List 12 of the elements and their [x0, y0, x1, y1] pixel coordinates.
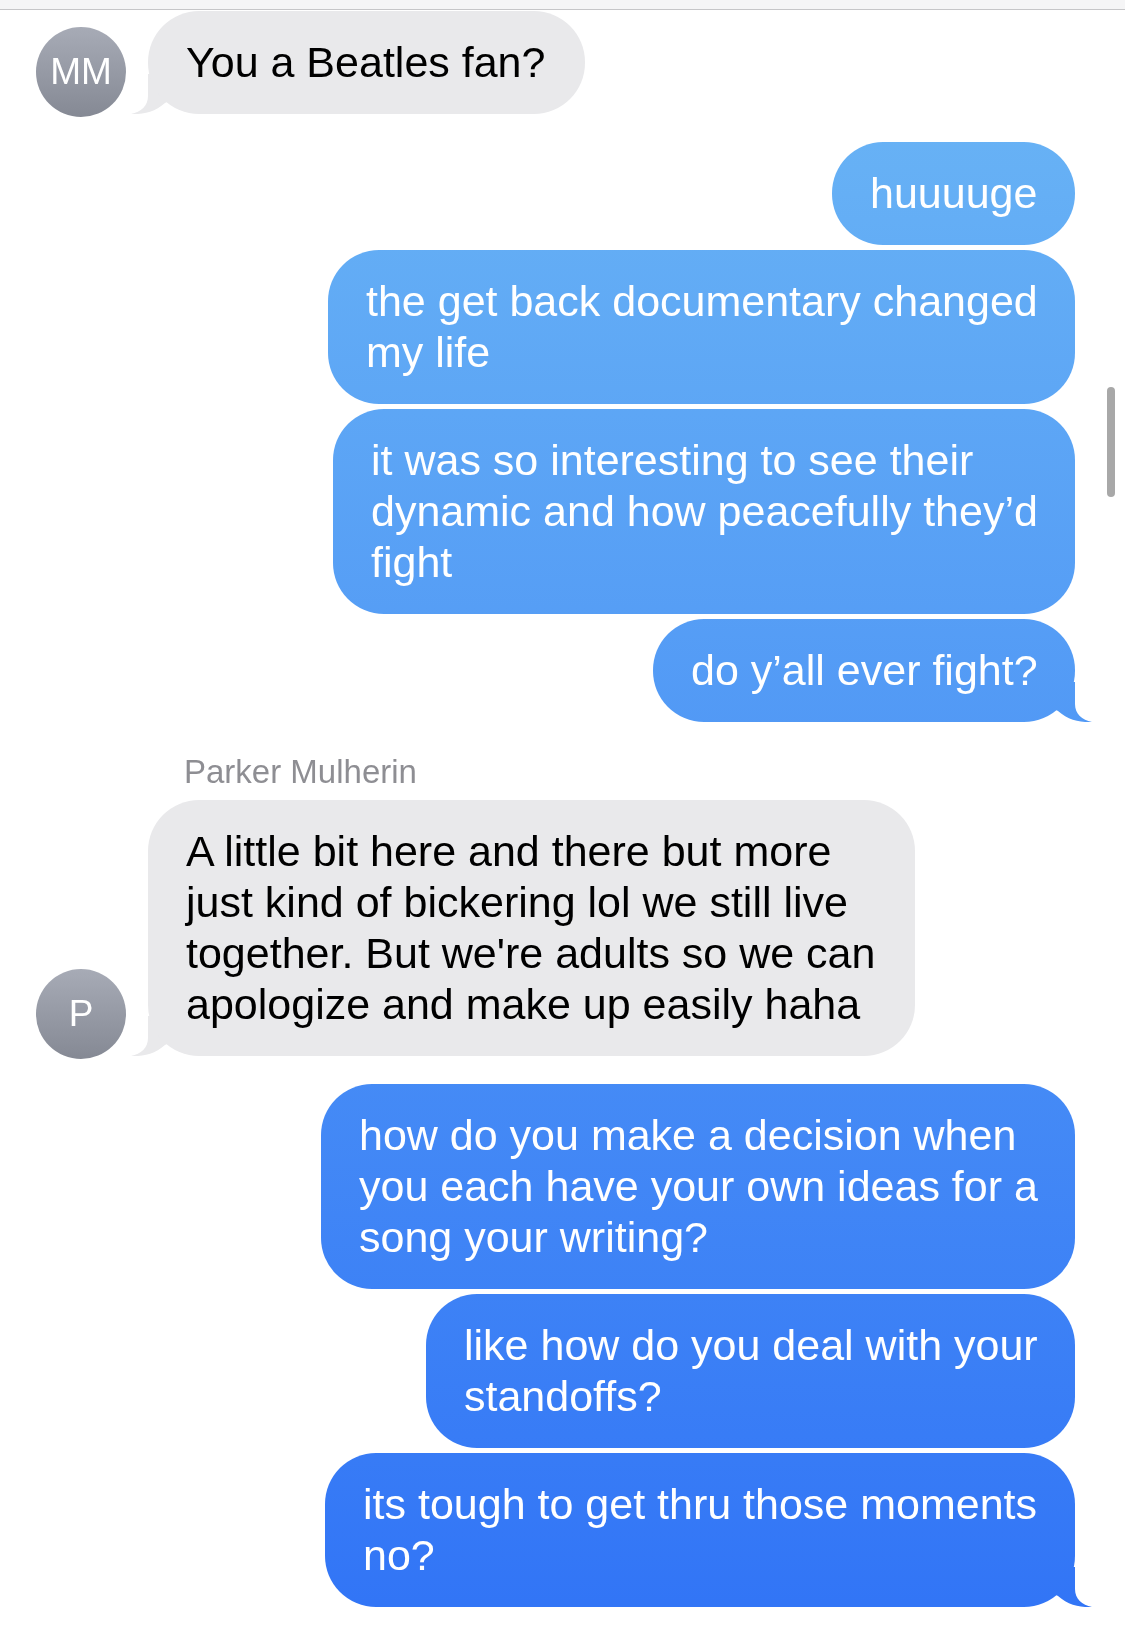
message-bubble: huuuuge [832, 142, 1075, 245]
message-bubble: it was so interesting to see their dynamic and how peacefully they’d fight [333, 409, 1075, 614]
message-bubble: A little bit here and there but more just kind of bickering lol we still live together. But we're adults so we can apologize and make up easily haha [148, 800, 915, 1056]
message-bubble: You a Beatles fan? [148, 11, 585, 114]
sender-name: Parker Mulherin [184, 752, 417, 792]
avatar: P [36, 969, 126, 1059]
message-bubble: its tough to get thru those moments no? [325, 1453, 1075, 1607]
message-bubble: the get back documentary changed my life [328, 250, 1075, 404]
message-bubble: how do you make a decision when you each have your own ideas for a song your writing? [321, 1084, 1075, 1289]
message-bubble: like how do you deal with your standoffs? [426, 1294, 1075, 1448]
message-bubble: do y’all ever fight? [653, 619, 1075, 722]
avatar: MM [36, 27, 126, 117]
